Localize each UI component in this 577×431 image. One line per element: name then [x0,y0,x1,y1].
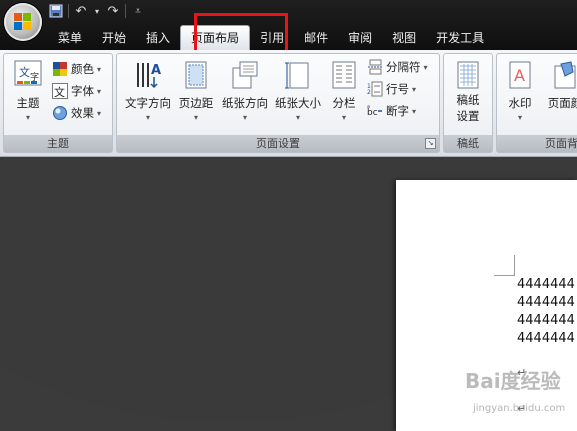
tab-insert[interactable]: 插入 [136,26,180,50]
tab-menu[interactable]: 菜单 [48,26,92,50]
save-icon[interactable] [48,3,64,19]
manuscript-setup-label: 稿纸 设置 [456,93,480,123]
watermark-icon: A [506,60,534,90]
breaks-icon [367,59,383,75]
columns-icon [330,60,358,90]
colors-label: 颜色 [71,62,94,76]
office-logo-icon [14,13,32,31]
page-size-icon [284,60,312,90]
effects-label: 效果 [71,106,94,120]
colors-icon [52,61,68,77]
chevron-down-icon: ▾ [25,113,30,122]
svg-text:A: A [514,66,525,85]
text-direction-icon: A [134,60,162,90]
text-line[interactable]: 4444444 [517,313,575,328]
svg-text:2: 2 [367,89,371,96]
chevron-down-icon: ▾ [242,113,247,122]
fonts-label: 字体 [71,84,94,98]
ribbon: 文 字 主题 ▾ 颜色 ▾ 文 字体 ▾ 效果 ▾ 主题 A 文字方向 ▾ 页边… [0,50,577,157]
baidu-watermark-url: jingyan.baidu.com [473,403,566,414]
margins-icon [182,60,210,90]
text-line[interactable]: 4444444 [517,277,575,292]
page-color-button[interactable]: 页面颜 [543,60,577,111]
size-label: 纸张大小 [275,96,321,110]
text-direction-button[interactable]: A 文字方向 ▾ [121,60,175,122]
group-label-manuscript: 稿纸 [444,135,492,152]
text-direction-label: 文字方向 [125,96,171,110]
margin-corner-mark [494,255,515,276]
redo-icon[interactable]: ↷ [105,3,121,19]
chevron-down-icon: ▾ [145,113,150,122]
theme-colors-button[interactable]: 颜色 ▾ [52,60,101,78]
orientation-label: 纸张方向 [222,96,268,110]
chevron-down-icon: ▾ [412,106,417,116]
svg-text:A: A [151,63,161,78]
tab-view[interactable]: 视图 [382,26,426,50]
line-numbers-button[interactable]: 12 行号 ▾ [367,80,416,98]
chevron-down-icon: ▾ [412,84,417,94]
hyphenation-icon: bc a [367,103,383,119]
group-themes: 文 字 主题 ▾ 颜色 ▾ 文 字体 ▾ 效果 ▾ 主题 [3,53,113,153]
qat-separator [68,4,69,18]
manuscript-setup-button[interactable]: 稿纸 设置 [449,60,487,124]
hyphenation-button[interactable]: bc a 断字 ▾ [367,102,416,120]
group-label-page-background: 页面背 [497,135,577,152]
watermark-button[interactable]: A 水印 ▾ [501,60,539,122]
breaks-button[interactable]: 分隔符 ▾ [367,58,428,76]
undo-icon[interactable]: ↶ [73,3,89,19]
quick-access-toolbar: ↶ ▾ ↷ ⩡ [48,2,146,20]
title-bar: ↶ ▾ ↷ ⩡ 菜单 开始 插入 页面布局 引用 邮件 审阅 视图 开发工具 [0,0,577,50]
themes-label: 主题 [16,96,40,110]
customize-icon[interactable]: ⩡ [130,3,146,19]
chevron-down-icon: ▾ [193,113,198,122]
chevron-down-icon: ▾ [97,108,102,118]
chevron-down-icon: ▾ [517,113,522,122]
page-color-label: 页面颜 [547,96,577,110]
theme-effects-button[interactable]: 效果 ▾ [52,104,101,122]
chevron-down-icon: ▾ [97,64,102,74]
tab-review[interactable]: 审阅 [338,26,382,50]
chevron-down-icon: ▾ [295,113,300,122]
undo-dropdown-icon[interactable]: ▾ [93,3,101,19]
group-label-page-setup: 页面设置 [117,135,439,152]
svg-text:文: 文 [19,65,30,79]
qat-separator [125,4,126,18]
watermark-label: 水印 [508,96,532,110]
orientation-button[interactable]: 纸张方向 ▾ [219,60,271,122]
themes-icon: 文 字 [14,60,42,90]
orientation-icon [231,60,259,90]
group-page-background: A 水印 ▾ 页面颜 页面背 [496,53,577,153]
size-button[interactable]: 纸张大小 ▾ [272,60,324,122]
breaks-label: 分隔符 [386,60,421,74]
text-line[interactable]: 4444444 [517,295,575,310]
chevron-down-icon: ▾ [97,86,102,96]
group-page-setup: A 文字方向 ▾ 页边距 ▾ 纸张方向 ▾ 纸张大小 ▾ 分栏 ▾ 分隔符 ▾ … [116,53,440,153]
columns-button[interactable]: 分栏 ▾ [327,60,361,122]
themes-button[interactable]: 文 字 主题 ▾ [10,60,46,122]
baidu-watermark: Bai度经验 [465,369,561,393]
fonts-icon: 文 [52,83,68,99]
chevron-down-icon: ▾ [341,113,346,122]
hyphenation-label: 断字 [386,104,409,118]
theme-fonts-button[interactable]: 文 字体 ▾ [52,82,101,100]
margins-button[interactable]: 页边距 ▾ [175,60,217,122]
manuscript-grid-icon [454,60,482,90]
office-button[interactable] [4,3,42,41]
svg-text:a: a [367,104,370,110]
text-line[interactable]: 4444444 [517,331,575,346]
dialog-launcher-icon[interactable]: ↘ [425,138,436,149]
svg-text:文: 文 [54,85,65,99]
line-numbers-label: 行号 [386,82,409,96]
tab-home[interactable]: 开始 [92,26,136,50]
effects-icon [52,105,68,121]
tab-developer[interactable]: 开发工具 [426,26,494,50]
tab-mailings[interactable]: 邮件 [294,26,338,50]
line-numbers-icon: 12 [367,81,383,97]
group-label-themes: 主题 [4,135,112,152]
columns-label: 分栏 [332,96,356,110]
group-manuscript: 稿纸 设置 稿纸 [443,53,493,153]
page-color-icon [551,60,577,90]
chevron-down-icon: ▾ [423,62,428,72]
margins-label: 页边距 [178,96,214,110]
